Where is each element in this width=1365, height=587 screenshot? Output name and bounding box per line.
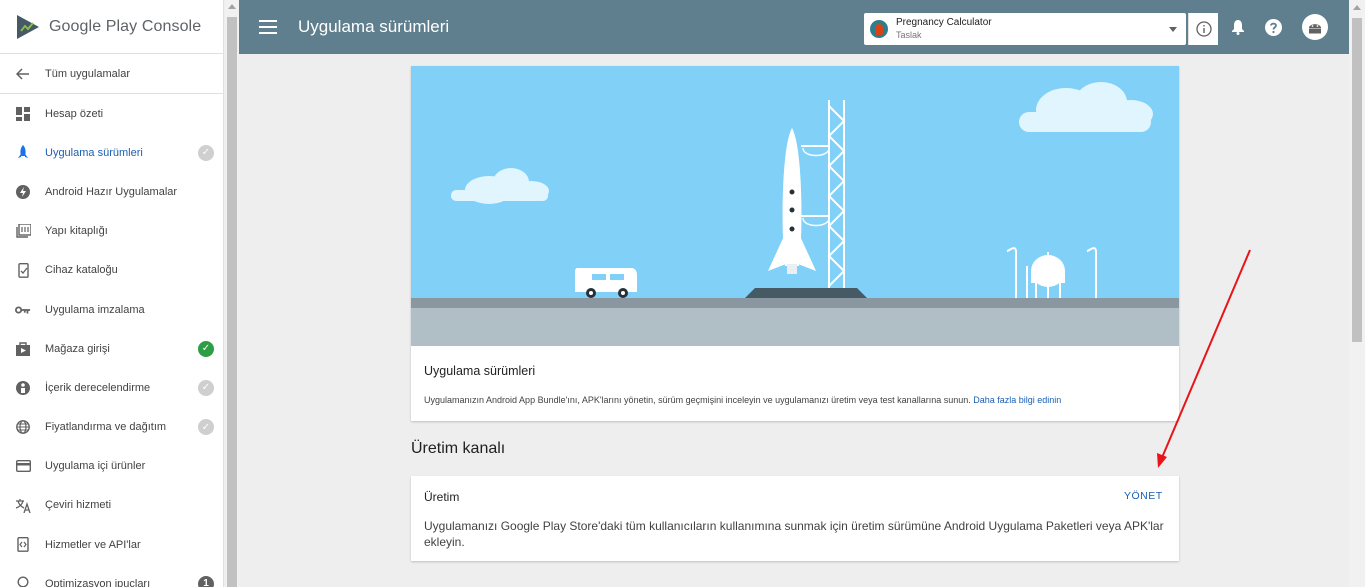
bolt-icon [15, 184, 31, 200]
sidebar-item-app-releases[interactable]: Uygulama sürümleri ✓ [0, 133, 223, 172]
page-scrollbar[interactable] [1349, 0, 1365, 587]
sidebar: Google Play Console Tüm uygulamalar Hesa… [0, 0, 224, 587]
store-listing-icon [15, 341, 31, 357]
api-icon [15, 537, 31, 553]
production-card-title: Üretim [424, 490, 460, 504]
app-avatar-icon [870, 20, 888, 38]
sidebar-item-label: Android Hazır Uygulamalar [45, 185, 178, 198]
sidebar-item-label: Çeviri hizmeti [45, 499, 112, 512]
scroll-up-arrow-icon[interactable] [228, 4, 236, 9]
sidebar-item-device-catalog[interactable]: Cihaz kataloğu [0, 251, 223, 290]
sidebar-item-label: İçerik derecelendirme [45, 381, 151, 394]
production-track-card: Üretim YÖNET Uygulamanızı Google Play St… [411, 476, 1179, 561]
all-apps-label: Tüm uygulamalar [45, 67, 130, 80]
sidebar-scrollbar[interactable] [225, 0, 239, 587]
rocket-launch-illustration [411, 66, 1179, 346]
translate-icon [15, 497, 31, 513]
sidebar-item-artifact-library[interactable]: Yapı kitaplığı [0, 212, 223, 251]
info-icon [1195, 21, 1212, 37]
production-card-description: Uygulamanızı Google Play Store'daki tüm … [424, 519, 1164, 549]
sidebar-item-label: Uygulama imzalama [45, 303, 145, 316]
device-catalog-icon [15, 262, 31, 278]
play-console-logo-icon [17, 14, 39, 39]
sidebar-item-translation[interactable]: Çeviri hizmeti [0, 486, 223, 525]
status-check-icon: ✓ [198, 144, 214, 161]
sidebar-item-content-rating[interactable]: İçerik derecelendirme ✓ [0, 368, 223, 407]
notification-badge: 1 [198, 575, 214, 587]
sidebar-item-optimization-tips[interactable]: Optimizasyon ipuçları 1 [0, 564, 223, 587]
sidebar-item-dashboard[interactable]: Hesap özeti [0, 94, 223, 133]
sidebar-item-services-apis[interactable]: Hizmetler ve API'lar [0, 525, 223, 564]
chevron-down-icon[interactable] [1169, 27, 1177, 32]
app-selector-name: Pregnancy Calculator [896, 17, 992, 28]
arrow-back-icon [15, 66, 31, 82]
sidebar-item-label: Fiyatlandırma ve dağıtım [45, 421, 167, 434]
sidebar-item-label: Uygulama sürümleri [45, 146, 143, 159]
account-avatar[interactable] [1302, 14, 1328, 40]
hamburger-menu-icon[interactable] [259, 20, 277, 34]
sidebar-item-label: Yapı kitaplığı [45, 225, 108, 238]
status-check-icon: ✓ [198, 379, 214, 396]
app-selector-status: Taslak [896, 30, 922, 40]
sidebar-item-pricing-distribution[interactable]: Fiyatlandırma ve dağıtım ✓ [0, 408, 223, 447]
brand-name: Google Play Console [49, 17, 202, 35]
content-rating-icon [15, 380, 31, 396]
library-icon [15, 223, 31, 239]
bulb-icon [15, 576, 31, 587]
app-selector[interactable]: Pregnancy Calculator Taslak [864, 13, 1218, 45]
scroll-up-arrow-icon[interactable] [1353, 5, 1361, 10]
dashboard-icon [15, 106, 31, 122]
page-title: Uygulama sürümleri [298, 17, 450, 36]
rocket-icon [15, 145, 31, 161]
top-app-bar: Uygulama sürümleri Pregnancy Calculator … [239, 0, 1349, 54]
app-info-button[interactable] [1188, 13, 1218, 45]
hero-title: Uygulama sürümleri [424, 364, 536, 378]
status-check-icon: ✓ [198, 419, 214, 436]
sidebar-scrollbar-thumb[interactable] [227, 17, 237, 587]
all-apps-link[interactable]: Tüm uygulamalar [0, 54, 223, 94]
page-scrollbar-thumb[interactable] [1352, 18, 1362, 342]
sidebar-item-label: Hesap özeti [45, 107, 104, 120]
section-title: Üretim kanalı [411, 440, 506, 457]
sidebar-item-label: Uygulama içi ürünler [45, 460, 146, 473]
sidebar-item-in-app-products[interactable]: Uygulama içi ürünler [0, 447, 223, 486]
sidebar-item-app-signing[interactable]: Uygulama imzalama [0, 290, 223, 329]
hero-description-text: Uygulamanızın Android App Bundle'ını, AP… [424, 395, 971, 405]
notifications-bell-icon[interactable] [1229, 18, 1247, 36]
globe-icon [15, 419, 31, 435]
sidebar-nav: Hesap özeti Uygulama sürümleri ✓ Android… [0, 94, 223, 587]
app-releases-hero-card: Uygulama sürümleri Uygulamanızın Android… [411, 66, 1179, 421]
sidebar-item-label: Cihaz kataloğu [45, 264, 118, 277]
android-avatar-icon [1309, 24, 1321, 34]
sidebar-item-store-listing[interactable]: Mağaza girişi ✓ [0, 329, 223, 368]
key-icon [15, 302, 31, 318]
card-icon [15, 458, 31, 474]
brand-logo[interactable]: Google Play Console [0, 0, 223, 54]
sidebar-item-label: Mağaza girişi [45, 342, 110, 355]
hero-description: Uygulamanızın Android App Bundle'ını, AP… [424, 395, 1061, 405]
status-check-icon: ✓ [198, 340, 214, 357]
learn-more-link[interactable]: Daha fazla bilgi edinin [973, 395, 1061, 405]
help-icon[interactable] [1264, 18, 1282, 36]
sidebar-item-instant-apps[interactable]: Android Hazır Uygulamalar [0, 172, 223, 211]
sidebar-item-label: Optimizasyon ipuçları [45, 577, 151, 587]
sidebar-item-label: Hizmetler ve API'lar [45, 538, 141, 551]
manage-button[interactable]: YÖNET [1124, 490, 1163, 502]
